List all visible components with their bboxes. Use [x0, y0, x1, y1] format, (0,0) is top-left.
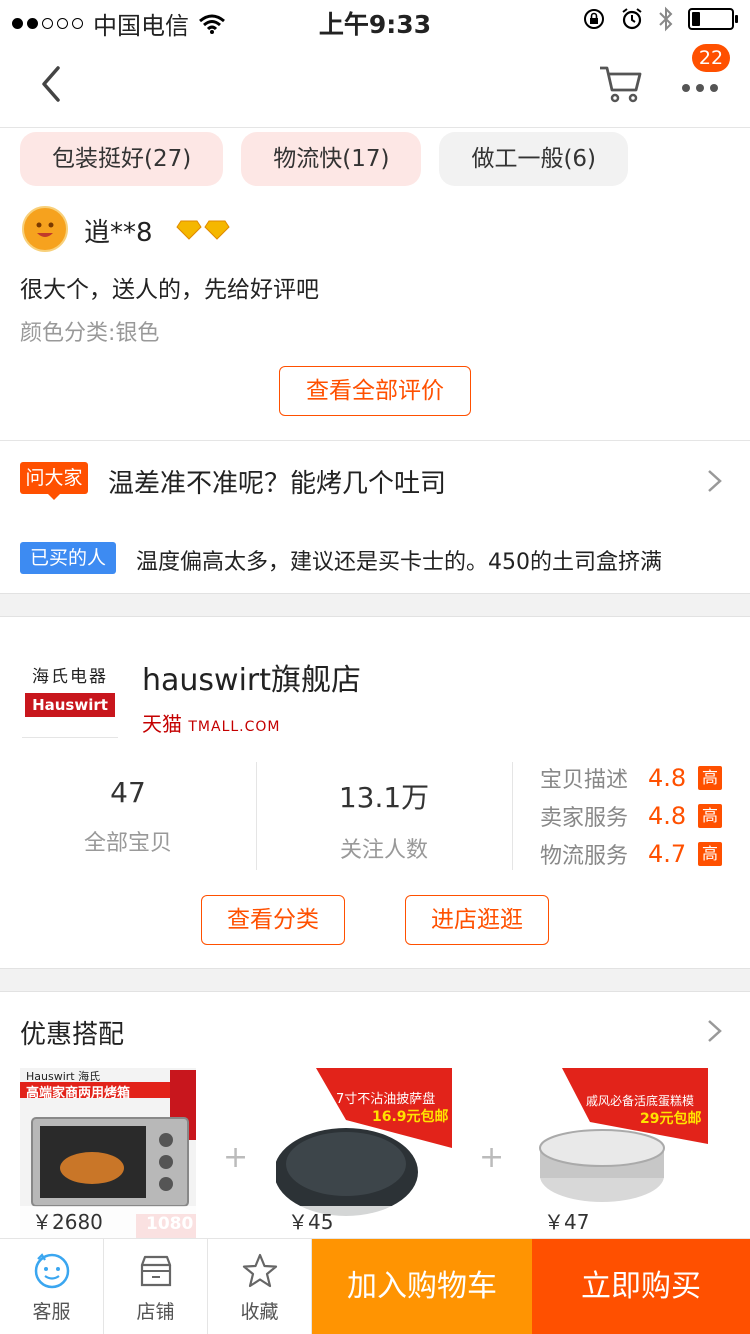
plus-icon: +	[479, 1140, 505, 1175]
rating-badge: 高	[698, 804, 722, 828]
rating-label: 宝贝描述	[540, 768, 629, 793]
chevron-right-icon	[708, 470, 722, 492]
combo-price: ￥45	[276, 1206, 452, 1238]
stat-followers: 13.1万 关注人数	[266, 760, 502, 870]
favorite-label: 收藏	[240, 1301, 279, 1323]
cart-icon[interactable]	[598, 64, 642, 104]
rating-logistics: 物流服务 4.7 高	[540, 838, 722, 870]
mold-banner: 戚风必备活底蛋糕模	[586, 1094, 695, 1108]
pan-banner: 7寸不沾油披萨盘	[336, 1092, 436, 1107]
status-bar: 中国电信 上午9:33	[0, 0, 750, 40]
view-all-reviews-button[interactable]: 查看全部评价	[279, 366, 471, 416]
combo-title[interactable]: 优惠搭配	[20, 1014, 124, 1051]
rotation-lock-icon	[584, 9, 604, 29]
nav-bar: 22	[0, 40, 750, 128]
rating-value: 4.8	[648, 764, 687, 792]
divider	[0, 440, 750, 441]
view-category-button[interactable]: 查看分类	[201, 895, 345, 945]
star-icon	[242, 1253, 277, 1288]
battery-icon	[688, 8, 738, 30]
more-icon[interactable]	[680, 68, 720, 108]
stat-all-items[interactable]: 47 全部宝贝	[10, 760, 246, 870]
customer-service-button[interactable]: 客服	[0, 1239, 104, 1334]
service-label: 客服	[32, 1301, 71, 1323]
review-tag-workmanship[interactable]: 做工一般(6)	[439, 132, 629, 186]
combo-price: ￥47	[532, 1206, 708, 1238]
rating-label: 物流服务	[540, 844, 629, 869]
status-right	[582, 6, 738, 32]
rating-badge: 高	[698, 766, 722, 790]
tmall-logo: 天猫 TMALL.COM	[142, 708, 281, 737]
combo-item-oven[interactable]: Hauswirt 海氏 高端家商两用烤箱 1080 ￥2680	[20, 1068, 196, 1238]
chevron-right-icon[interactable]	[706, 1018, 724, 1044]
combo-item-cake-mold[interactable]: 戚风必备活底蛋糕模 29元包邮 ￥47	[532, 1068, 708, 1238]
shop-label: 店铺	[136, 1301, 175, 1323]
reviewer-name: 逍**8	[84, 218, 153, 248]
stat-value: 13.1万	[338, 781, 430, 814]
shop-logo[interactable]: 海氏电器 Hauswirt	[22, 650, 118, 738]
shop-logo-cn: 海氏电器	[32, 667, 108, 687]
shop-logo-en: Hauswirt	[25, 693, 115, 717]
review-tag-shipping[interactable]: 物流快(17)	[241, 132, 422, 186]
shop-icon	[140, 1255, 171, 1287]
rating-badge: 高	[698, 842, 722, 866]
review-text: 很大个，送人的，先给好评吧	[20, 277, 319, 303]
avatar-face-icon	[36, 222, 54, 237]
tmall-en: TMALL.COM	[188, 719, 281, 735]
divider	[512, 762, 513, 870]
bought-tag: 已买的人	[20, 542, 116, 574]
enter-shop-button[interactable]: 进店逛逛	[405, 895, 549, 945]
message-count-badge: 22	[692, 44, 730, 72]
bluetooth-icon	[659, 6, 673, 32]
mold-sub: 29元包邮	[640, 1111, 702, 1127]
section-gap	[0, 593, 750, 617]
shop-name[interactable]: hauswirt旗舰店	[142, 655, 361, 699]
tmall-cn: 天猫	[142, 712, 182, 736]
rating-service: 卖家服务 4.8 高	[540, 800, 722, 832]
alarm-icon	[622, 8, 642, 30]
section-gap	[0, 968, 750, 992]
shop-button[interactable]: 店铺	[104, 1239, 208, 1334]
bottom-bar: 客服 店铺 收藏 加入购物车 立即购买	[0, 1238, 750, 1334]
stat-value: 47	[110, 776, 146, 809]
combo-item-pizza-pan[interactable]: 7寸不沾油披萨盘 16.9元包邮 ￥45	[276, 1068, 452, 1238]
service-icon	[34, 1253, 69, 1289]
buy-now-button[interactable]: 立即购买	[532, 1239, 750, 1334]
add-to-cart-button[interactable]: 加入购物车	[312, 1239, 532, 1334]
ask-everyone-tag: 问大家	[20, 462, 88, 500]
stat-label: 全部宝贝	[83, 831, 172, 856]
avatar	[22, 206, 68, 252]
stat-label: 关注人数	[339, 838, 428, 863]
divider	[256, 762, 257, 870]
pan-sub: 16.9元包邮	[372, 1109, 449, 1125]
review-tags: 包装挺好(27) 物流快(17) 做工一般(6)	[20, 132, 629, 186]
back-arrow-icon[interactable]	[36, 64, 66, 104]
favorite-button[interactable]: 收藏	[208, 1239, 312, 1334]
diamond-level-icon	[176, 220, 230, 240]
plus-icon: +	[223, 1140, 249, 1175]
rating-value: 4.7	[648, 840, 687, 868]
oven-banner: 高端家商两用烤箱	[26, 1086, 131, 1101]
rating-label: 卖家服务	[540, 806, 629, 831]
review-sku: 颜色分类:银色	[20, 321, 160, 346]
rating-description: 宝贝描述 4.8 高	[540, 762, 722, 794]
qa-question: 温差准不准呢？能烤几个吐司	[108, 469, 447, 499]
review-tag-packaging[interactable]: 包装挺好(27)	[20, 132, 224, 186]
combo-price: ￥2680	[20, 1206, 196, 1238]
qa-answer: 温度偏高太多，建议还是买卡士的。450的土司盒挤满	[136, 550, 662, 575]
rating-value: 4.8	[648, 802, 687, 830]
